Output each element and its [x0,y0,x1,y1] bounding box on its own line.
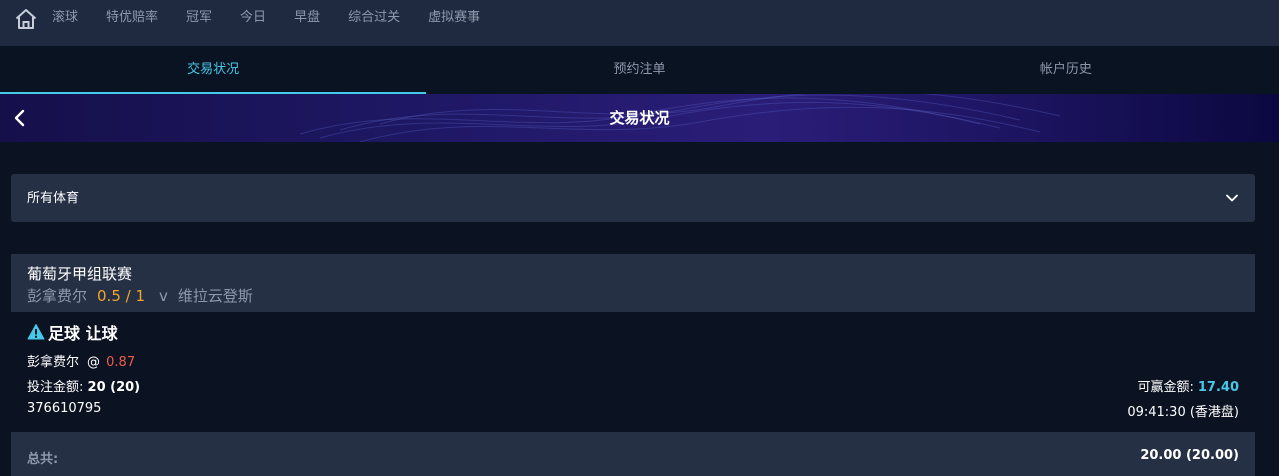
nav-item-parlay[interactable]: 综合过关 [348,0,400,38]
chevron-down-icon [1226,194,1238,202]
total-label: 总共: [27,452,59,467]
selection-team: 彭拿费尔 [27,355,80,370]
odds-value: 0.87 [106,355,136,370]
stake-amount: 投注金额: 20 (20) [27,376,140,395]
nav-item-early[interactable]: 早盘 [294,0,320,38]
nav-item-virtual[interactable]: 虚拟赛事 [428,0,480,38]
tab-account-history[interactable]: 帐户历史 [853,46,1279,94]
fixture: 彭拿费尔 0.5 / 1 v 维拉云登斯 [27,285,253,306]
tab-bar: 交易状况 预约注单 帐户历史 [0,46,1279,94]
handicap-line: 0.5 / 1 [97,287,146,305]
match-header: 葡萄牙甲组联赛 彭拿费尔 0.5 / 1 v 维拉云登斯 [11,254,1255,312]
ticket-id: 376610795 [27,401,102,416]
home-team: 彭拿费尔 [27,287,88,305]
total-value: 20.00 (20.00) [1140,448,1239,463]
at-symbol: @ [87,355,101,370]
bet-selection: 彭拿费尔 @ 0.87 [27,351,135,370]
league-name: 葡萄牙甲组联赛 [27,265,133,283]
bet-type-label: 足球 让球 [48,324,118,343]
versus-label: v [159,287,168,305]
bet-type: 足球 让球 [27,320,118,344]
top-navigation: 滚球 特优赔率 冠军 今日 早盘 综合过关 虚拟赛事 [0,0,1279,46]
potential-win: 可赢金额: 17.40 [1137,376,1239,395]
home-icon [15,9,37,29]
win-value: 17.40 [1197,380,1239,395]
sport-filter-value: 所有体育 [27,191,80,206]
bet-timestamp: 09:41:30 (香港盘) [1127,405,1239,420]
win-label: 可赢金额: [1137,380,1194,395]
tab-scheduled-bets[interactable]: 预约注单 [426,46,852,94]
tab-bet-status[interactable]: 交易状况 [0,46,427,94]
warning-icon [27,324,45,340]
sport-filter-dropdown[interactable]: 所有体育 [11,174,1255,222]
nav-item-live[interactable]: 滚球 [52,0,78,38]
total-bar: 总共: 20.00 (20.00) [11,432,1255,476]
page-title: 交易状况 [609,109,670,127]
stake-label: 投注金额: [27,380,84,395]
page-header-banner: 交易状况 [0,94,1279,142]
nav-item-special-odds[interactable]: 特优赔率 [106,0,158,38]
home-button[interactable] [0,0,52,38]
nav-item-outright[interactable]: 冠军 [186,0,212,38]
nav-item-today[interactable]: 今日 [240,0,266,38]
stake-value: 20 (20) [87,380,141,395]
away-team: 维拉云登斯 [177,287,253,305]
